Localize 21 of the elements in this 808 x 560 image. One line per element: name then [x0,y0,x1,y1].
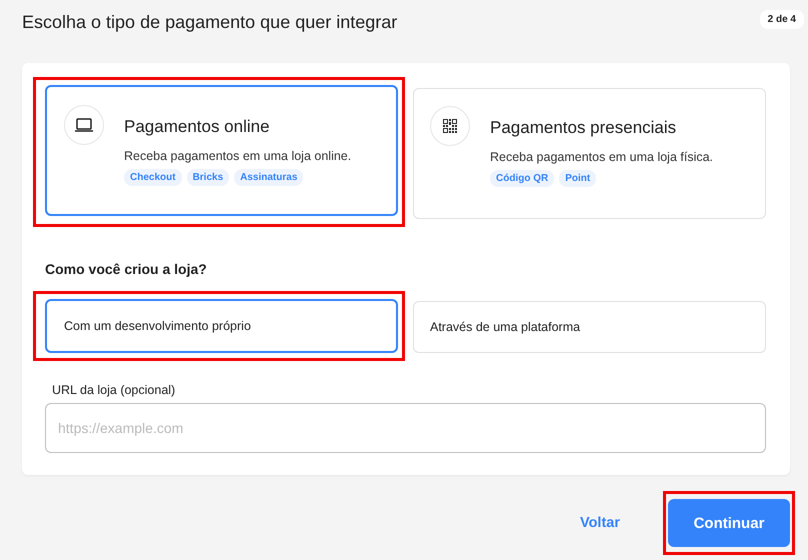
step-badge: 2 de 4 [760,10,804,29]
payment-type-title: Pagamentos presenciais [490,118,678,138]
payment-type-description: Receba pagamentos em uma loja física. [490,150,714,164]
payment-type-card[interactable]: Pagamentos online Receba pagamentos em uma loja online. Checkout Bricks Assinaturas [45,85,398,216]
store-option[interactable]: Através de uma plataforma [413,301,766,353]
page-title: Escolha o tipo de pagamento que quer integrar [22,12,398,33]
store-option[interactable]: Com um desenvolvimento próprio [45,299,398,353]
feature-tag: Checkout [124,169,182,186]
url-label: URL da loja (opcional) [52,383,176,397]
payment-type-card[interactable]: Pagamentos presenciais Receba pagamentos em uma loja física. Código QR Point [413,88,766,219]
payment-type-title: Pagamentos online [124,117,271,137]
store-question: Como você criou a loja? [45,261,208,277]
continue-button[interactable]: Continuar [668,499,790,547]
laptop-icon [74,118,94,132]
payment-type-description: Receba pagamentos em uma loja online. [124,149,352,163]
feature-tag: Assinaturas [234,169,304,186]
feature-tag: Código QR [490,170,554,187]
qr-code-icon [443,119,457,133]
feature-tag: Point [559,170,596,187]
feature-tag: Bricks [186,169,230,186]
url-input-field[interactable]: https://example.com [45,403,766,453]
